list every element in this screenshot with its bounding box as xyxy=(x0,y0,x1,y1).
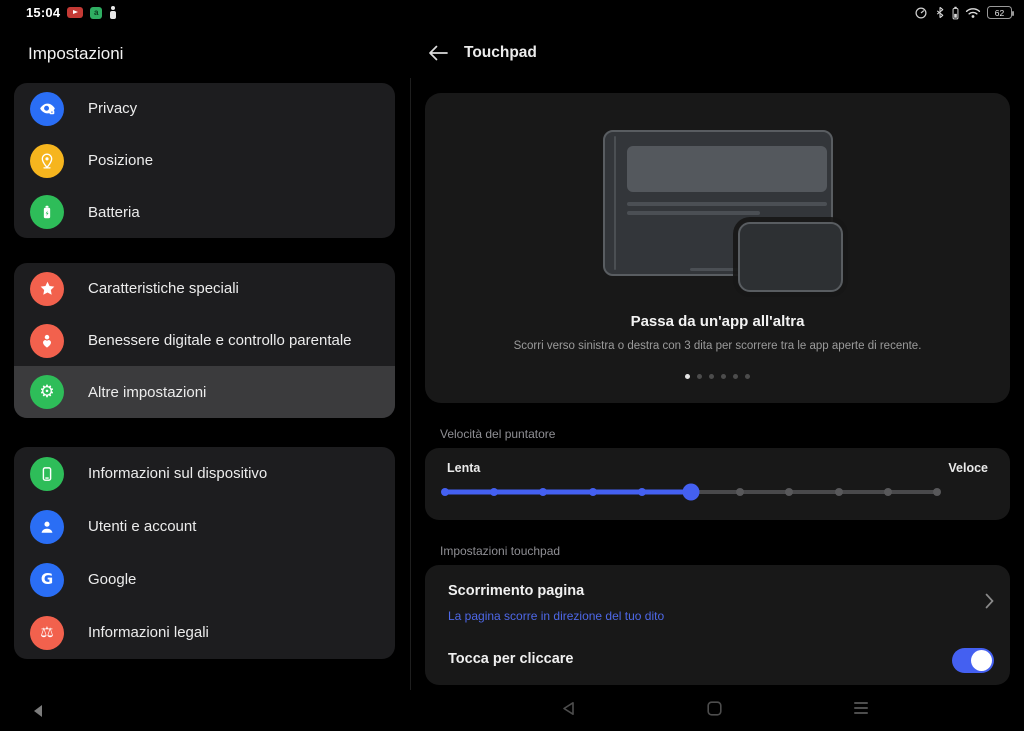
stylus-battery-icon xyxy=(952,6,959,20)
slider-tick xyxy=(933,488,941,496)
legal-scales-icon: ⚖ xyxy=(30,616,64,650)
row-subtitle: La pagina scorre in direzione del tuo di… xyxy=(448,609,664,623)
sidebar-item-informazioni-legali[interactable]: ⚖ Informazioni legali xyxy=(14,606,395,659)
user-icon xyxy=(30,510,64,544)
wifi-icon xyxy=(965,6,981,19)
page-title: Impostazioni xyxy=(28,44,123,64)
sidebar-item-benessere-digitale[interactable]: Benessere digitale e controllo parentale xyxy=(14,315,395,367)
panel-divider xyxy=(410,78,411,690)
clock: 15:04 xyxy=(26,5,60,20)
pointer-speed-slider[interactable] xyxy=(445,480,937,504)
section-label-touchpad-settings: Impostazioni touchpad xyxy=(440,544,560,558)
device-icon xyxy=(30,457,64,491)
slider-tick xyxy=(884,488,892,496)
carousel-dot xyxy=(721,374,726,379)
google-g-icon: G xyxy=(30,563,64,597)
slider-tick xyxy=(835,488,843,496)
slider-tick xyxy=(785,488,793,496)
sidebar-item-label: Google xyxy=(88,571,136,588)
carousel-dot xyxy=(685,374,690,379)
sidebar-item-batteria[interactable]: Batteria xyxy=(14,186,395,238)
carousel-dot xyxy=(697,374,702,379)
settings-app: 15:04 a 62 Impostazioni Privacy Posizion… xyxy=(0,0,1024,731)
location-pin-icon xyxy=(30,144,64,178)
youtube-notification-icon xyxy=(67,7,83,18)
sidebar-item-label: Caratteristiche speciali xyxy=(88,280,239,297)
data-saver-icon xyxy=(914,6,928,20)
slider-fill xyxy=(445,490,691,495)
sidebar-item-label: Privacy xyxy=(88,100,137,117)
gear-icon: ⚙ xyxy=(30,375,64,409)
sidebar-item-informazioni-dispositivo[interactable]: Informazioni sul dispositivo xyxy=(14,447,395,500)
sidebar-item-utenti-account[interactable]: Utenti e account xyxy=(14,500,395,553)
sidebar-item-label: Altre impostazioni xyxy=(88,384,206,401)
status-bar: 15:04 a 62 xyxy=(0,0,1024,28)
tap-to-click-toggle[interactable] xyxy=(952,648,994,673)
settings-group-1: Privacy Posizione Batteria xyxy=(14,83,395,238)
row-tocca-per-cliccare: Tocca per cliccare xyxy=(425,637,1010,685)
slider-tick xyxy=(441,488,449,496)
sidebar-item-posizione[interactable]: Posizione xyxy=(14,135,395,187)
sidebar-item-label: Posizione xyxy=(88,152,153,169)
slider-tick xyxy=(490,488,498,496)
carousel-title: Passa da un'app all'altra xyxy=(425,313,1010,330)
battery-status-icon: 62 xyxy=(987,6,1012,19)
sidebar-item-label: Utenti e account xyxy=(88,518,196,535)
slider-tick xyxy=(539,488,547,496)
detail-page-title: Touchpad xyxy=(464,44,537,62)
touchpad-illustration xyxy=(738,222,843,292)
nav-recents-icon[interactable] xyxy=(852,699,870,717)
wellbeing-icon xyxy=(30,324,64,358)
slider-tick xyxy=(736,488,744,496)
sidebar-item-altre-impostazioni[interactable]: ⚙ Altre impostazioni xyxy=(14,366,395,418)
carousel-dot xyxy=(745,374,750,379)
carousel-dots xyxy=(425,374,1010,379)
back-arrow-icon[interactable] xyxy=(428,45,448,61)
battery-icon xyxy=(30,195,64,229)
row-title: Scorrimento pagina xyxy=(448,583,584,599)
privacy-eye-icon xyxy=(30,92,64,126)
app-notification-icon: a xyxy=(90,7,102,19)
row-title: Tocca per cliccare xyxy=(448,651,573,667)
touchpad-settings-card: Scorrimento pagina La pagina scorre in d… xyxy=(425,565,1010,685)
row-scorrimento-pagina[interactable]: Scorrimento pagina La pagina scorre in d… xyxy=(425,565,1010,637)
slider-min-label: Lenta xyxy=(447,461,480,475)
star-icon xyxy=(30,272,64,306)
toggle-knob xyxy=(971,650,992,671)
nav-home-icon[interactable] xyxy=(705,699,723,717)
carousel-dot xyxy=(709,374,714,379)
settings-group-3: Informazioni sul dispositivo Utenti e ac… xyxy=(14,447,395,659)
navigation-bar xyxy=(0,691,1024,731)
section-label-pointer-speed: Velocità del puntatore xyxy=(440,427,555,441)
slider-thumb[interactable] xyxy=(683,484,700,501)
sidebar-item-label: Informazioni sul dispositivo xyxy=(88,465,267,482)
sidebar-item-privacy[interactable]: Privacy xyxy=(14,83,395,135)
settings-group-2: Caratteristiche speciali Benessere digit… xyxy=(14,263,395,418)
gesture-carousel-card[interactable]: Passa da un'app all'altra Scorri verso s… xyxy=(425,93,1010,403)
notification-icon xyxy=(109,6,117,19)
sidebar-item-label: Batteria xyxy=(88,204,140,221)
slider-tick xyxy=(589,488,597,496)
pointer-speed-card: Lenta Veloce xyxy=(425,448,1010,520)
carousel-subtitle: Scorri verso sinistra o destra con 3 dit… xyxy=(425,340,1010,352)
sidebar-item-caratteristiche-speciali[interactable]: Caratteristiche speciali xyxy=(14,263,395,315)
slider-tick xyxy=(638,488,646,496)
nav-back-icon[interactable] xyxy=(559,699,577,717)
sidebar-item-label: Benessere digitale e controllo parentale xyxy=(88,332,352,349)
sidebar-item-label: Informazioni legali xyxy=(88,624,209,641)
bluetooth-icon xyxy=(934,5,946,20)
carousel-dot xyxy=(733,374,738,379)
sidebar-item-google[interactable]: G Google xyxy=(14,553,395,606)
chevron-right-icon xyxy=(985,593,994,609)
slider-max-label: Veloce xyxy=(948,461,988,475)
